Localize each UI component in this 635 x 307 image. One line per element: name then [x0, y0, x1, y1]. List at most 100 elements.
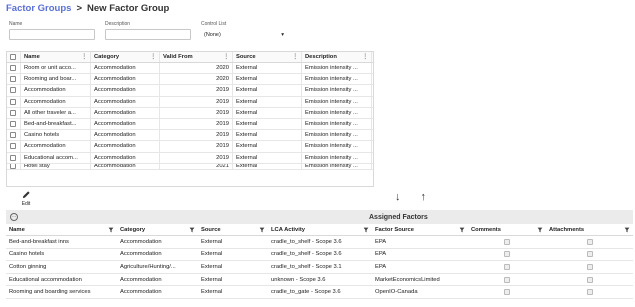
select-all-checkbox[interactable]: [10, 54, 16, 60]
attachments-cell: [546, 236, 633, 248]
edit-button[interactable]: Edit: [19, 190, 33, 207]
table-row[interactable]: Cotton ginning Agriculture/Hunting/... Ext…: [6, 261, 633, 274]
description-field-group: Description: [105, 21, 191, 40]
column-header-factor-source[interactable]: Factor Source: [372, 224, 468, 235]
column-header-category[interactable]: Category ⋮: [91, 52, 160, 62]
name-field-group: Name: [9, 21, 95, 40]
column-header-attachments[interactable]: Attachments: [546, 224, 633, 235]
table-cell: Accommodation: [91, 152, 160, 163]
table-cell: External: [233, 63, 302, 74]
table-cell: Accommodation: [21, 85, 91, 96]
table-cell: Accommodation: [91, 74, 160, 85]
column-menu-icon[interactable]: ⋮: [150, 54, 156, 60]
filter-icon[interactable]: [537, 227, 543, 233]
table-cell: 2020: [160, 74, 233, 85]
table-row[interactable]: Casino hotels Accommodation 2019 External Em…: [7, 130, 373, 142]
column-menu-icon[interactable]: ⋮: [292, 54, 298, 60]
column-header-name[interactable]: Name: [6, 224, 117, 235]
row-checkbox-cell: [7, 152, 21, 163]
edit-label: Edit: [21, 201, 31, 207]
table-cell: Emission intensity ...: [302, 118, 372, 130]
table-row[interactable]: Casino hotels Accommodation External cradle…: [6, 249, 633, 262]
row-checkbox[interactable]: [10, 163, 16, 169]
table-row[interactable]: All other traveler a... Accommodation 2019…: [7, 107, 373, 119]
table-cell: 2019: [160, 96, 233, 107]
table-cell: 2019: [160, 152, 233, 163]
name-label: Name: [9, 21, 23, 27]
table-row[interactable]: Educational accom... Accommodation 2019 Ext…: [7, 152, 373, 164]
comments-cell: [468, 274, 546, 286]
table-row[interactable]: Bed-and-breakfast inns Accommodation Exter…: [6, 236, 633, 249]
column-header-lca-activity[interactable]: LCA Activity: [268, 224, 372, 235]
breadcrumb-factor-groups-link[interactable]: Factor Groups: [6, 3, 71, 14]
table-row[interactable]: Hotel stay Accommodation 2021 External Emiss…: [7, 163, 373, 170]
table-row[interactable]: Accommodation Accommodation 2019 External Em…: [7, 96, 373, 108]
row-checkbox[interactable]: [10, 132, 16, 139]
table-row[interactable]: Bed-and-breakfast... Accommodation 2019 Ext…: [7, 118, 373, 131]
table-cell: 2019: [160, 85, 233, 96]
table-cell: Cotton ginning: [9, 263, 47, 270]
row-checkbox[interactable]: [10, 143, 16, 150]
attachments-cell: [546, 274, 633, 286]
column-header-source[interactable]: Source: [198, 224, 268, 235]
filter-icon[interactable]: [259, 227, 265, 233]
table-cell: Accommodation: [120, 289, 162, 296]
table-cell: External: [233, 152, 302, 163]
table-cell: 2020: [160, 63, 233, 74]
table-cell: Hotel stay: [21, 163, 91, 169]
column-menu-icon[interactable]: ⋮: [223, 54, 229, 60]
row-checkbox[interactable]: [10, 121, 16, 128]
column-header-category[interactable]: Category: [117, 224, 198, 235]
name-input[interactable]: [9, 29, 95, 40]
table-row[interactable]: Educational accommodation Accommodation Ex…: [6, 274, 633, 287]
table-row[interactable]: Rooming and boarding services Accommodati…: [6, 286, 633, 299]
table-cell: Accommodation: [91, 107, 160, 118]
column-header-label: Attachments: [549, 226, 585, 233]
table-cell: Casino hotels: [9, 251, 45, 258]
control-list-field-group: Control List (None) ▾: [201, 21, 287, 40]
filter-icon[interactable]: [459, 227, 465, 233]
control-list-select[interactable]: (None) ▾: [201, 29, 287, 40]
row-checkbox[interactable]: [10, 98, 16, 105]
column-header-valid-from[interactable]: Valid From ⋮: [160, 52, 233, 62]
row-checkbox[interactable]: [10, 65, 16, 72]
table-row[interactable]: Accommodation Accommodation 2019 External Em…: [7, 141, 373, 153]
table-cell: Accommodation: [120, 251, 162, 258]
row-checkbox[interactable]: [10, 154, 16, 161]
row-checkbox-cell: [7, 96, 21, 107]
column-header-label: Name: [24, 54, 40, 60]
table-cell: Bed-and-breakfast...: [21, 118, 91, 130]
filter-icon[interactable]: [108, 227, 114, 233]
comments-checkbox: [504, 276, 510, 283]
description-input[interactable]: [105, 29, 191, 40]
column-menu-icon[interactable]: ⋮: [362, 54, 368, 60]
attachments-cell: [546, 249, 633, 261]
column-menu-icon[interactable]: ⋮: [81, 54, 87, 60]
filter-icon[interactable]: [189, 227, 195, 233]
column-header-source[interactable]: Source ⋮: [233, 52, 302, 62]
table-row[interactable]: Room or unit acco... Accommodation 2020 Ext…: [7, 63, 373, 75]
row-checkbox[interactable]: [10, 76, 16, 83]
column-header-name[interactable]: Name ⋮: [21, 52, 91, 62]
row-checkbox[interactable]: [10, 109, 16, 116]
attachments-checkbox: [586, 263, 593, 270]
arrow-up-icon[interactable]: ↑: [421, 191, 427, 203]
filter-icon[interactable]: [363, 227, 369, 233]
more-options-icon[interactable]: ⋯: [10, 213, 18, 221]
column-header-description[interactable]: Description ⋮: [302, 52, 372, 62]
table-cell: Emission intensity ...: [302, 163, 372, 169]
table-cell: Emission intensity ...: [302, 130, 372, 141]
table-row[interactable]: Accommodation Accommodation 2019 External Em…: [7, 85, 373, 97]
column-header-label: Valid From: [163, 54, 193, 60]
table-cell: External: [201, 238, 223, 245]
table-cell: unknown - Scope 3.6: [271, 276, 326, 283]
column-header-comments[interactable]: Comments: [468, 224, 546, 235]
row-checkbox[interactable]: [10, 87, 16, 94]
table-cell: External: [233, 118, 302, 130]
table-cell: EPA: [375, 238, 387, 245]
table-cell: Accommodation: [91, 96, 160, 107]
arrow-down-icon[interactable]: ↓: [395, 191, 401, 203]
table-row[interactable]: Rooming and boar... Accommodation 2020 Exte…: [7, 74, 373, 86]
table-cell: Emission intensity ...: [302, 85, 372, 96]
filter-icon[interactable]: [624, 227, 630, 233]
